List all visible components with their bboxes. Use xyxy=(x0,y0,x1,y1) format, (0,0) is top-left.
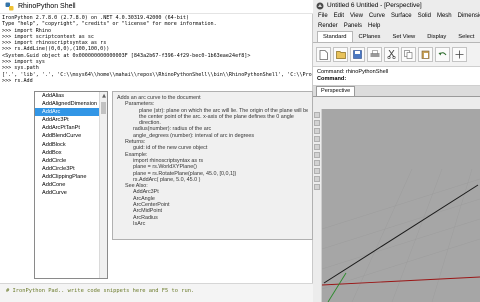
menu-file[interactable]: File xyxy=(315,11,331,21)
rhino-window: Untitled 6 Untitled - [Perspective] File… xyxy=(313,0,480,302)
menu-bar: File Edit View Curve Surface Solid Mesh … xyxy=(313,11,480,21)
autocomplete-item-selected[interactable]: AddArc xyxy=(35,108,107,117)
perspective-viewport[interactable] xyxy=(322,109,480,302)
side-tool-button[interactable] xyxy=(314,176,320,182)
viewport-tab-perspective[interactable]: Perspective xyxy=(316,86,356,96)
tab-cplanes[interactable]: CPlanes xyxy=(353,31,387,42)
autocomplete-item[interactable]: AddBox xyxy=(35,149,107,157)
copy-icon[interactable] xyxy=(401,47,416,62)
new-file-icon[interactable] xyxy=(316,47,331,62)
side-tool-button[interactable] xyxy=(314,128,320,134)
autocomplete-item[interactable]: AddAlignedDimension xyxy=(35,100,107,108)
autocomplete-item[interactable]: AddCurve xyxy=(35,189,107,197)
autocomplete-item[interactable]: AddBlock xyxy=(35,141,107,149)
viewport-area xyxy=(313,109,480,302)
rhino-logo-icon xyxy=(316,2,324,10)
menu-view[interactable]: View xyxy=(347,11,366,21)
doc-line: IsArc xyxy=(133,220,146,227)
scrollbar-thumb[interactable] xyxy=(101,102,106,114)
menu-edit[interactable]: Edit xyxy=(331,11,347,21)
tab-display[interactable]: Display xyxy=(421,31,452,42)
menu-help[interactable]: Help xyxy=(365,21,383,31)
rhino-titlebar[interactable]: Untitled 6 Untitled - [Perspective] xyxy=(313,0,480,11)
open-file-icon[interactable] xyxy=(333,47,348,62)
python-icon xyxy=(4,2,14,12)
side-tool-button[interactable] xyxy=(314,120,320,126)
menu-render[interactable]: Render xyxy=(315,21,341,31)
command-area[interactable]: Command: rhinoPythonShell Command: xyxy=(313,67,480,86)
standard-toolbar xyxy=(313,43,480,67)
rhino-title: Untitled 6 Untitled - [Perspective] xyxy=(327,2,422,9)
menu-mesh[interactable]: Mesh xyxy=(434,11,455,21)
autocomplete-list[interactable]: AddAlias AddAlignedDimension AddArc AddA… xyxy=(34,91,108,279)
command-label: Command: xyxy=(317,76,347,82)
side-toolbar xyxy=(313,109,322,302)
pan-icon[interactable] xyxy=(452,47,467,62)
menu-bar-row2: Render Panels Help xyxy=(313,21,480,31)
shell-title: RhinoPython Shell xyxy=(18,3,76,10)
console-input-line[interactable]: >>> rs.Add xyxy=(2,78,312,84)
side-tool-button[interactable] xyxy=(314,144,320,150)
python-shell-window: RhinoPython Shell IronPython 2.7.8.0 (2.… xyxy=(0,0,313,302)
tab-set-view[interactable]: Set View xyxy=(386,31,421,42)
scroll-up-arrow-icon[interactable]: ▲ xyxy=(100,92,107,100)
command-history: Command: rhinoPythonShell xyxy=(317,69,389,75)
doc-tooltip: Adds an arc curve to the document Parame… xyxy=(112,91,313,240)
command-prompt[interactable]: Command: xyxy=(317,76,476,83)
side-tool-button[interactable] xyxy=(314,168,320,174)
undo-icon[interactable] xyxy=(435,47,450,62)
side-tool-button[interactable] xyxy=(314,152,320,158)
tab-standard[interactable]: Standard xyxy=(317,31,353,42)
viewport-tabs: Perspective xyxy=(313,86,480,97)
tab-select[interactable]: Select xyxy=(452,31,480,42)
autocomplete-item[interactable]: AddCircle3Pt xyxy=(35,165,107,173)
viewport-canvas xyxy=(322,168,480,302)
print-icon[interactable] xyxy=(367,47,382,62)
side-tool-button[interactable] xyxy=(314,112,320,118)
side-tool-button[interactable] xyxy=(314,136,320,142)
console-line: ['.', 'lib', '.', 'C:\\msys64\\home\\mah… xyxy=(2,71,312,78)
script-pad[interactable]: # IronPython Pad.. write code snippets h… xyxy=(0,283,313,302)
menu-solid[interactable]: Solid xyxy=(415,11,434,21)
side-tool-button[interactable] xyxy=(314,184,320,190)
autocomplete-item[interactable]: AddCircle xyxy=(35,157,107,165)
doc-line: plane (str): plane on which the arc will… xyxy=(139,107,308,114)
menu-dimension[interactable]: Dimension xyxy=(455,11,480,21)
menu-panels[interactable]: Panels xyxy=(341,21,365,31)
paste-icon[interactable] xyxy=(418,47,433,62)
menu-surface[interactable]: Surface xyxy=(388,11,415,21)
autocomplete-scrollbar[interactable]: ▲ xyxy=(99,92,107,278)
autocomplete-item[interactable]: AddCone xyxy=(35,181,107,189)
line-curve xyxy=(323,184,479,284)
menu-curve[interactable]: Curve xyxy=(366,11,388,21)
script-pad-comment[interactable]: # IronPython Pad.. write code snippets h… xyxy=(6,288,194,294)
autocomplete-item[interactable]: AddClippingPlane xyxy=(35,173,107,181)
save-icon[interactable] xyxy=(350,47,365,62)
shell-titlebar[interactable]: RhinoPython Shell xyxy=(0,0,313,14)
autocomplete-item[interactable]: AddBlendCurve xyxy=(35,132,107,140)
side-tool-button[interactable] xyxy=(314,160,320,166)
autocomplete-item[interactable]: AddArcPtTanPt xyxy=(35,124,107,132)
autocomplete-item[interactable]: AddArc3Pt xyxy=(35,116,107,124)
grid-lines xyxy=(322,168,480,302)
toolbar-tabs: Standard CPlanes Set View Display Select xyxy=(313,31,480,43)
cut-icon[interactable] xyxy=(384,47,399,62)
console-output[interactable]: IronPython 2.7.8.0 (2.7.8.0) on .NET 4.0… xyxy=(2,15,312,93)
y-axis-line xyxy=(327,272,347,302)
autocomplete-item[interactable]: AddAlias xyxy=(35,92,107,100)
